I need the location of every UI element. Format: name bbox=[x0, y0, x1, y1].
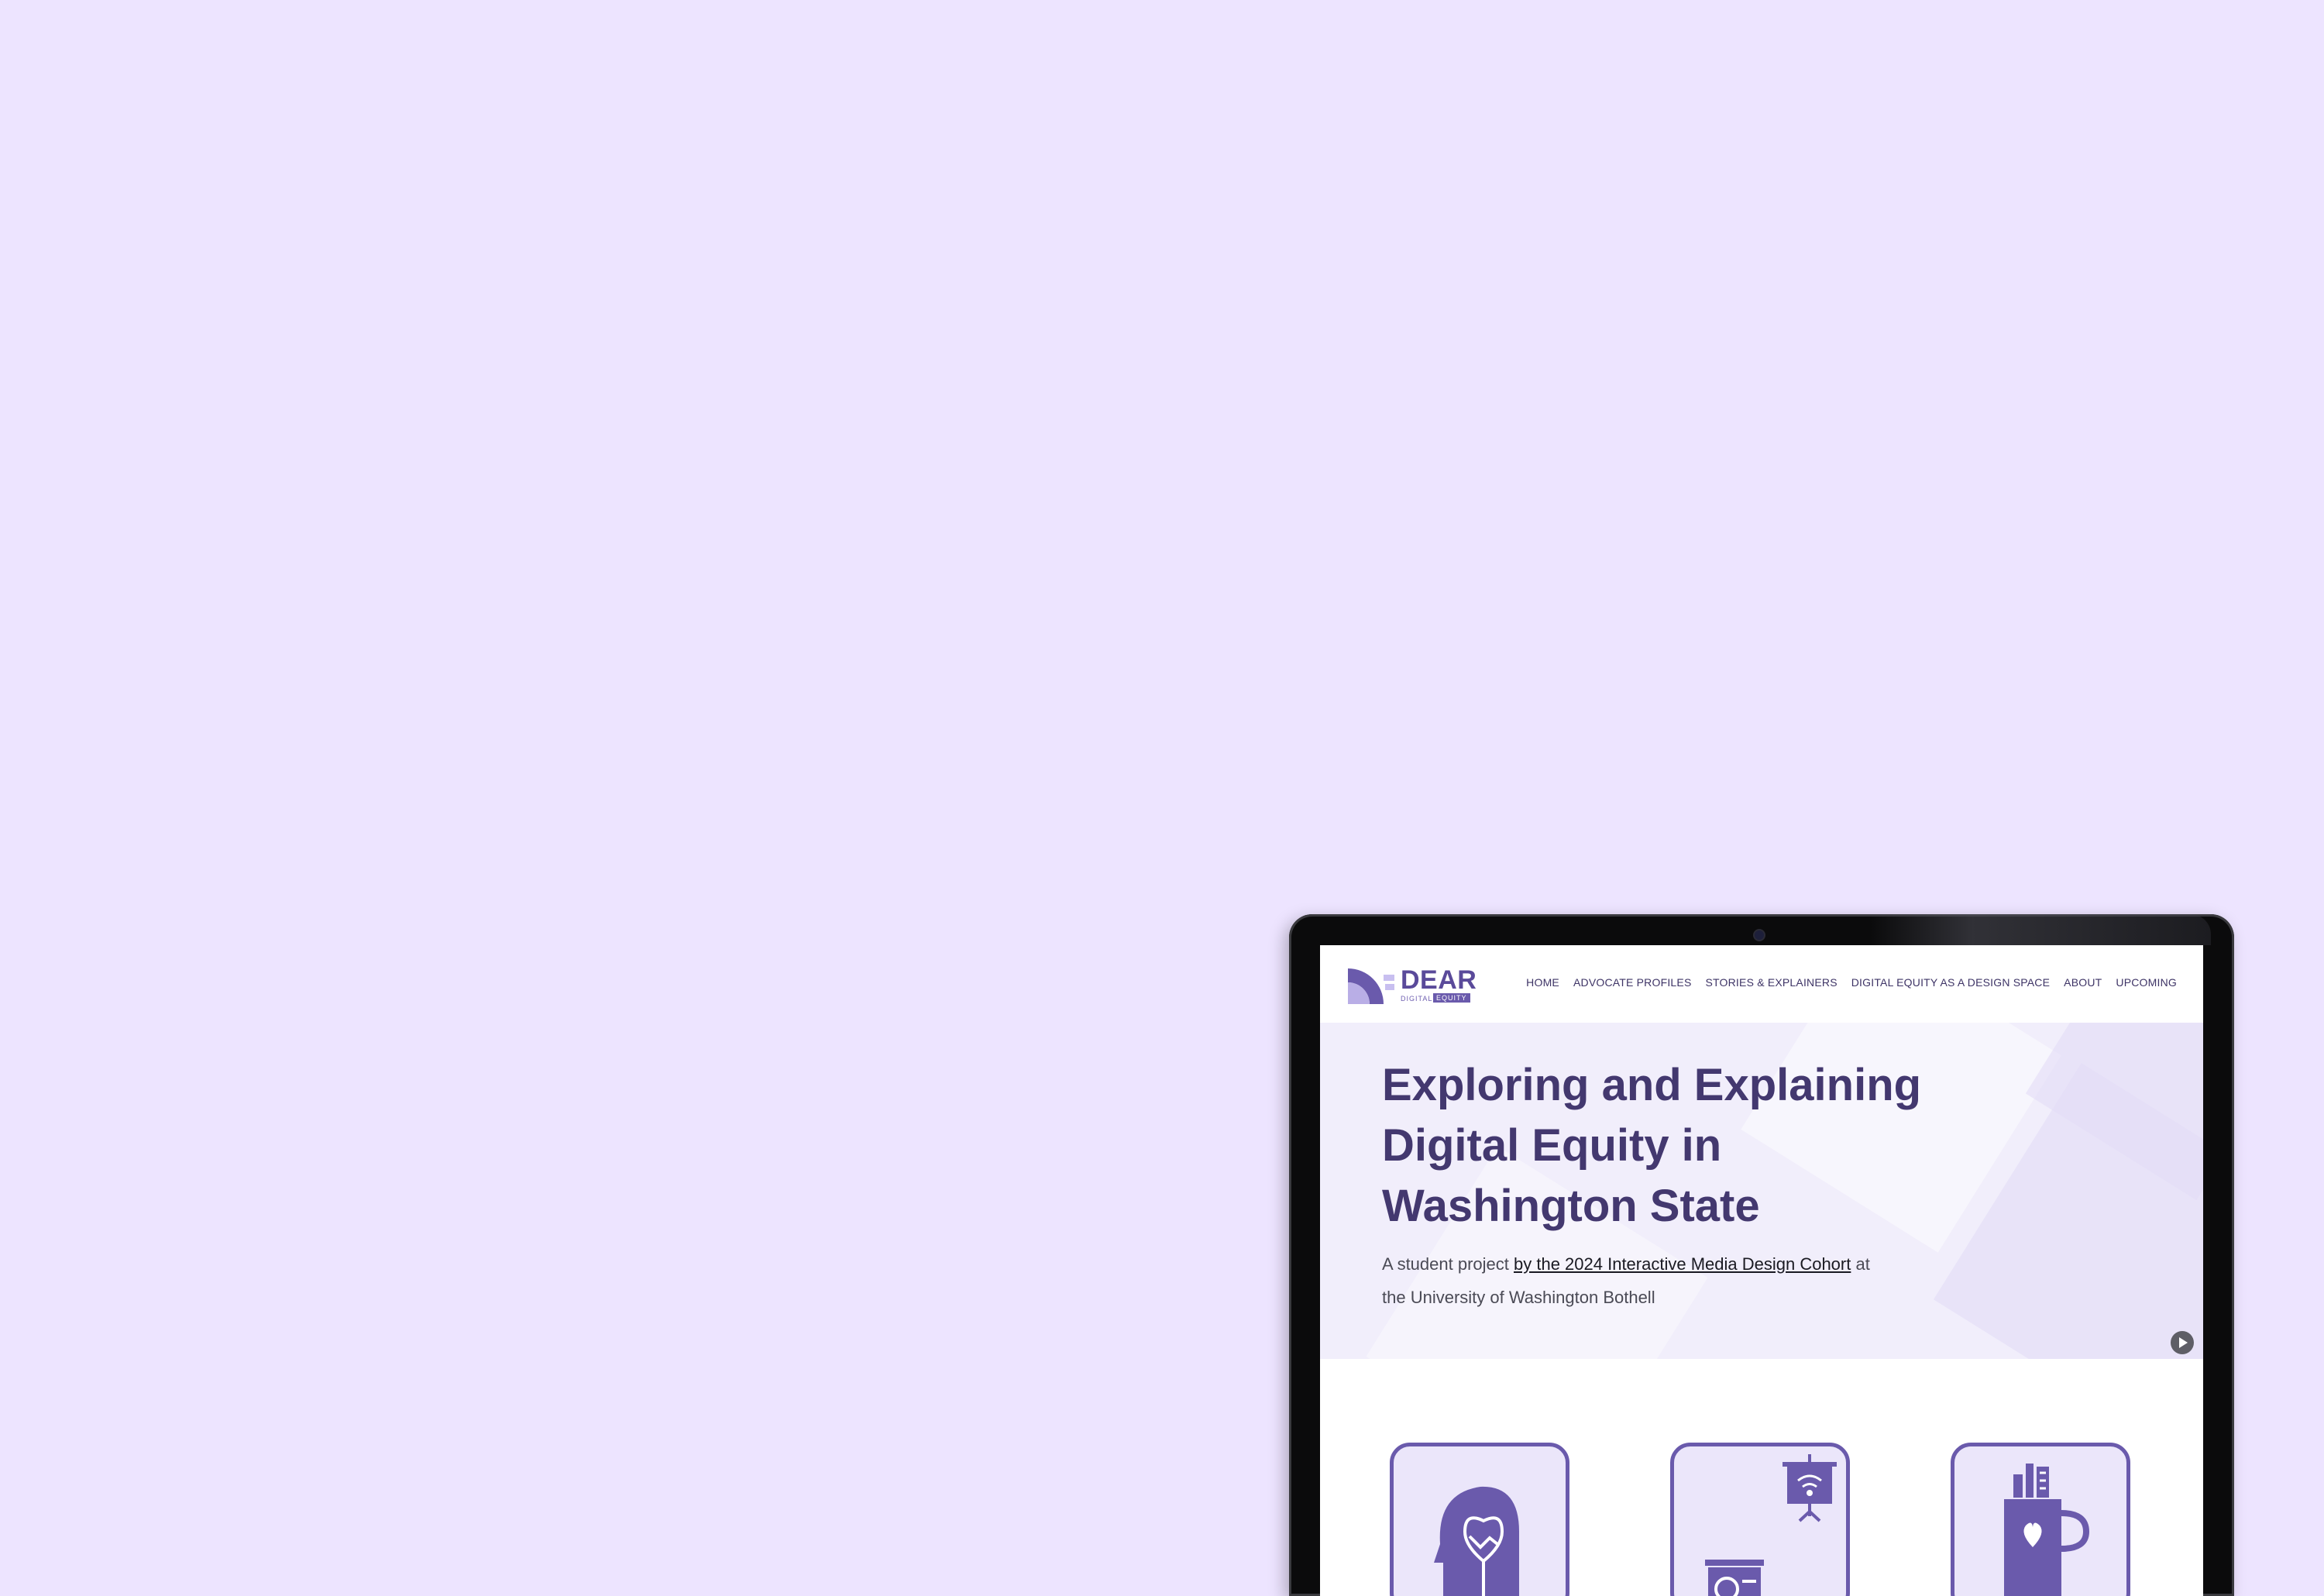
nav-advocate-profiles[interactable]: ADVOCATE PROFILES bbox=[1573, 976, 1692, 989]
main-nav: HOME ADVOCATE PROFILES STORIES & EXPLAIN… bbox=[1526, 976, 2177, 989]
hero-subtitle: A student project by the 2024 Interactiv… bbox=[1382, 1247, 1878, 1314]
nav-upcoming[interactable]: UPCOMING bbox=[2116, 976, 2177, 989]
head-handshake-icon bbox=[1434, 1486, 1519, 1596]
mug-heart-icon bbox=[2004, 1464, 2090, 1596]
card-design-space[interactable] bbox=[1951, 1443, 2130, 1596]
cohort-link[interactable]: by the 2024 Interactive Media Design Coh… bbox=[1514, 1254, 1851, 1274]
card-stories[interactable] bbox=[1670, 1443, 1850, 1596]
logo-arc-icon bbox=[1348, 968, 1394, 1004]
laptop-gloss bbox=[1870, 914, 2211, 945]
logo-sub-equity: EQUITY bbox=[1433, 993, 1470, 1003]
presentation-wifi-icon bbox=[1705, 1454, 1837, 1596]
feature-cards bbox=[1320, 1359, 2203, 1596]
logo-word: DEAR bbox=[1401, 965, 1477, 995]
card-advocates[interactable] bbox=[1390, 1443, 1569, 1596]
laptop-frame: DEAR DIGITAL EQUITY HOME ADVOCATE PROFIL… bbox=[1289, 914, 2234, 1596]
play-icon[interactable] bbox=[2171, 1331, 2194, 1354]
logo-sub-digital: DIGITAL bbox=[1401, 995, 1433, 1003]
hero-section: Exploring and Explaining Digital Equity … bbox=[1320, 1023, 2203, 1359]
nav-about[interactable]: ABOUT bbox=[2064, 976, 2102, 989]
hero-subtitle-prefix: A student project bbox=[1382, 1254, 1514, 1274]
laptop-screen: DEAR DIGITAL EQUITY HOME ADVOCATE PROFIL… bbox=[1320, 945, 2203, 1596]
nav-stories-explainers[interactable]: STORIES & EXPLAINERS bbox=[1706, 976, 1838, 989]
nav-design-space[interactable]: DIGITAL EQUITY AS A DESIGN SPACE bbox=[1851, 976, 2050, 989]
hero-title: Exploring and Explaining Digital Equity … bbox=[1382, 1060, 1922, 1231]
site-logo[interactable]: DEAR DIGITAL EQUITY bbox=[1346, 964, 1477, 1004]
nav-home[interactable]: HOME bbox=[1526, 976, 1559, 989]
webcam bbox=[1755, 930, 1764, 940]
site-header: DEAR DIGITAL EQUITY HOME ADVOCATE PROFIL… bbox=[1320, 945, 2203, 1023]
